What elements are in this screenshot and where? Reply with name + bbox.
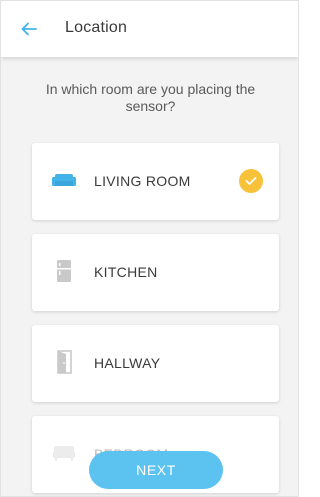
fridge-icon (52, 259, 76, 283)
door-icon (52, 350, 76, 374)
room-option-living-room[interactable]: LIVING ROOM (32, 143, 279, 220)
bed-icon (52, 441, 76, 465)
app-bar: Location (1, 1, 298, 57)
room-option-kitchen[interactable]: KITCHEN (32, 234, 279, 311)
question-text: In which room are you placing the sensor… (45, 81, 256, 114)
arrow-left-icon (21, 22, 37, 36)
check-icon (239, 169, 263, 193)
room-label: KITCHEN (94, 264, 158, 280)
page-title: Location (65, 19, 128, 36)
next-button[interactable]: NEXT (89, 451, 223, 489)
sofa-icon (52, 168, 76, 192)
location-screen: Location In which room are you placing t… (0, 0, 299, 497)
back-button[interactable] (15, 15, 43, 43)
room-option-hallway[interactable]: HALLWAY (32, 325, 279, 402)
room-label: HALLWAY (94, 355, 161, 371)
room-label: LIVING ROOM (94, 173, 191, 189)
